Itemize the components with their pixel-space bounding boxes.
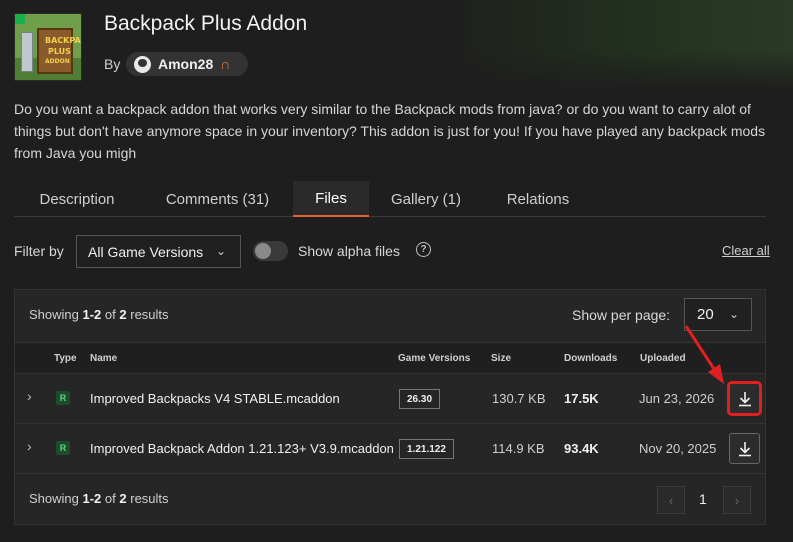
tab-description[interactable]: Description (14, 181, 140, 217)
chevron-right-icon[interactable]: › (27, 438, 32, 454)
chevron-down-icon: ⌄ (728, 307, 739, 321)
column-downloads: Downloads (564, 353, 618, 364)
alpha-files-toggle[interactable] (253, 241, 288, 261)
tab-bar: Description Comments (31) Files Gallery … (14, 181, 766, 217)
column-size: Size (491, 353, 512, 364)
annotation-arrow-icon (684, 325, 724, 384)
alpha-files-label: Show alpha files (298, 243, 400, 259)
tab-gallery[interactable]: Gallery (1) (379, 181, 473, 217)
project-thumbnail: BACKPACK PLUS ADDON (14, 13, 82, 81)
column-name: Name (90, 353, 118, 364)
filter-label: Filter by (14, 243, 64, 259)
clear-all-link[interactable]: Clear all (722, 243, 770, 258)
release-type-badge: R (56, 441, 70, 455)
tab-relations[interactable]: Relations (488, 181, 588, 217)
game-version-tag: 26.30 (399, 389, 441, 409)
thumbnail-corner-mark (15, 14, 25, 24)
download-button[interactable] (729, 383, 760, 414)
pagination-current-page[interactable]: 1 (699, 491, 707, 507)
per-page-value: 20 (697, 306, 714, 323)
game-version-tag: 1.21.122 (399, 439, 454, 459)
game-version-select[interactable]: All Game Versions ⌄ (76, 235, 241, 268)
download-count: 93.4K (564, 441, 599, 456)
table-row[interactable]: › R Improved Backpacks V4 STABLE.mcaddon… (15, 374, 765, 424)
download-count: 17.5K (564, 391, 599, 406)
chevron-down-icon: ⌄ (215, 244, 226, 258)
avatar (134, 55, 151, 73)
author-badge-icon: ∩ (220, 56, 231, 72)
thumbnail-text-2: PLUS (48, 47, 71, 56)
showing-summary: Showing 1-2 of 2 results (29, 307, 169, 322)
download-icon (738, 441, 751, 456)
tab-comments[interactable]: Comments (31) (151, 181, 284, 217)
thumbnail-text-3: ADDON (45, 58, 70, 65)
per-page-label: Show per page: (572, 307, 671, 323)
table-row[interactable]: › R Improved Backpack Addon 1.21.123+ V3… (15, 424, 765, 474)
pagination-prev-button[interactable]: ‹ (657, 486, 685, 514)
file-size: 130.7 KB (492, 391, 546, 406)
files-panel: Showing 1-2 of 2 results Show per page: … (14, 289, 766, 525)
download-button[interactable] (729, 433, 760, 464)
upload-date: Nov 20, 2025 (639, 441, 717, 456)
thumbnail-text-1: BACKPACK (45, 36, 81, 45)
column-uploaded: Uploaded (640, 353, 686, 364)
file-name[interactable]: Improved Backpacks V4 STABLE.mcaddon (90, 391, 340, 406)
table-header: Type Name Game Versions Size Downloads U… (15, 342, 765, 374)
download-icon (738, 391, 751, 406)
file-name[interactable]: Improved Backpack Addon 1.21.123+ V3.9.m… (90, 441, 394, 456)
pagination-next-button[interactable]: › (723, 486, 751, 514)
by-label: By (104, 56, 121, 72)
upload-date: Jun 23, 2026 (639, 391, 715, 406)
showing-summary-footer: Showing 1-2 of 2 results (29, 491, 169, 506)
project-title: Backpack Plus Addon (104, 12, 308, 35)
file-size: 114.9 KB (492, 441, 545, 456)
thumbnail-figure (21, 32, 33, 72)
chevron-right-icon[interactable]: › (27, 388, 32, 404)
release-type-badge: R (56, 391, 70, 405)
help-icon[interactable]: ? (416, 242, 431, 257)
column-game-versions: Game Versions (398, 353, 471, 364)
author-name: Amon28 (158, 56, 214, 72)
tab-files[interactable]: Files (293, 181, 369, 217)
author-chip[interactable]: Amon28 ∩ (126, 52, 248, 76)
project-description: Do you want a backpack addon that works … (14, 101, 766, 161)
game-version-value: All Game Versions (88, 243, 204, 260)
column-type: Type (54, 353, 77, 364)
